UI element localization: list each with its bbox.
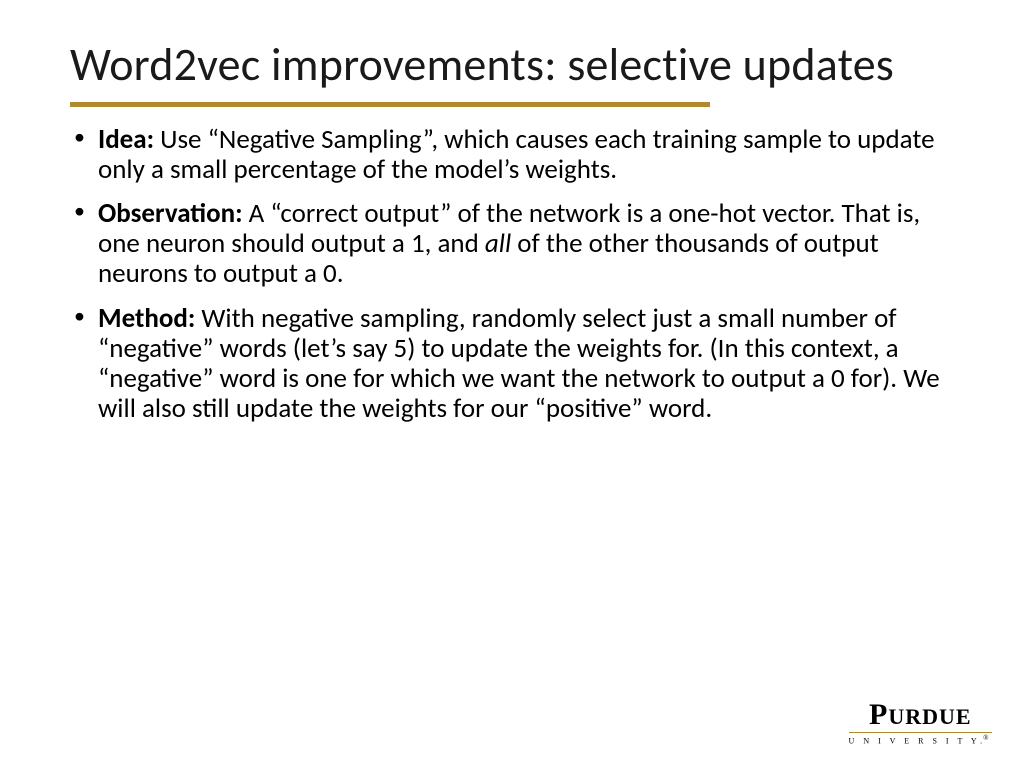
logo-wordmark: PURDUE [849,698,992,732]
bullet-label: Observation: [98,197,243,230]
bullet-italic: all [485,227,511,260]
logo-main-text: URDUE [888,704,971,730]
bullet-text: With negative sampling, randomly select … [98,302,940,426]
logo-trademark-icon: ® [983,734,992,742]
logo-dot: . [980,737,982,746]
bullet-item: Observation: A “correct output” of the n… [98,199,954,290]
logo-subtext: U N I V E R S I T Y.® [849,732,992,746]
bullet-label: Method: [98,302,195,335]
bullet-label: Idea: [98,123,154,156]
logo-p-cap: P [869,698,888,732]
title-underline [70,102,710,107]
bullet-item: Method: With negative sampling, randomly… [98,304,954,425]
bullet-list: Idea: Use “Negative Sampling”, which cau… [70,125,954,425]
bullet-item: Idea: Use “Negative Sampling”, which cau… [98,125,954,185]
purdue-logo: PURDUE U N I V E R S I T Y.® [849,698,992,746]
bullet-text: Use “Negative Sampling”, which causes ea… [98,123,935,186]
slide-title: Word2vec improvements: selective updates [70,40,954,92]
slide-content: Word2vec improvements: selective updates… [0,0,1024,425]
